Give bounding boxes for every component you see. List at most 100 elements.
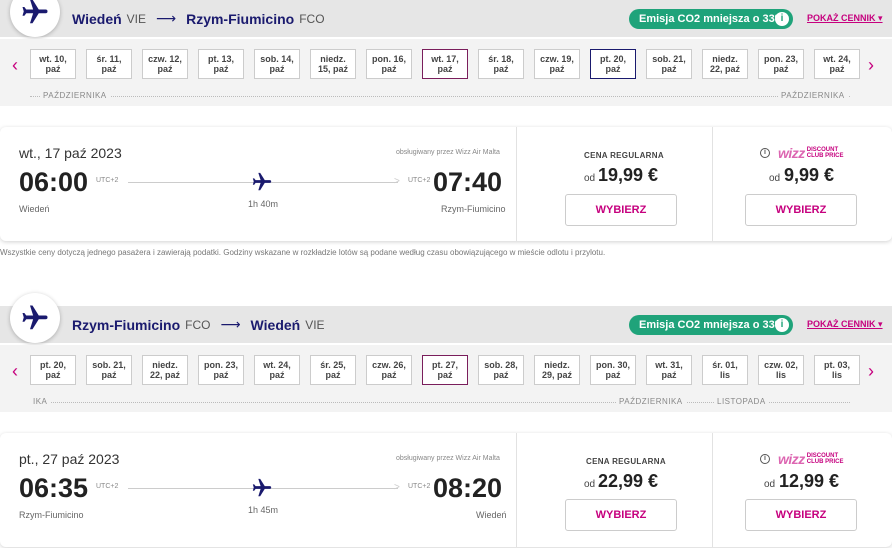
select-regular-button[interactable]: WYBIERZ xyxy=(565,499,677,531)
operated-by: obsługiwany przez Wizz Air Malta xyxy=(396,149,500,156)
outbound-date-strip: ‹ wt. 10, paź śr. 11, paź czw. 12, paź pt. 13,… xyxy=(0,39,892,93)
dest-code: VIE xyxy=(305,317,325,332)
date-cell[interactable]: pt. 13, paź xyxy=(198,49,244,79)
co2-badge: Emisja CO2 mniejsza o 33% i xyxy=(629,315,793,335)
flight-date: wt., 17 paź 2023 xyxy=(19,145,122,161)
info-icon[interactable]: i xyxy=(760,148,770,158)
price-note: Wszystkie ceny dotyczą jednego pasażera … xyxy=(0,248,606,257)
operated-by: obsługiwany przez Wizz Air Malta xyxy=(396,455,500,462)
flight-duration: 1h 40m xyxy=(248,199,279,209)
dest-city: Rzym-Fiumicino xyxy=(186,10,295,27)
arrival-tz: UTC+2 xyxy=(408,483,431,490)
wizz-discount-club-logo: i wizz DISCOUNT CLUB PRICE xyxy=(760,145,843,161)
date-cell[interactable]: wt. 17, paź xyxy=(422,49,468,79)
info-icon[interactable]: i xyxy=(760,454,770,464)
date-cell[interactable]: pt. 03, lis xyxy=(814,355,860,385)
date-cell[interactable]: pon. 30, paź xyxy=(590,355,636,385)
select-discount-button[interactable]: WYBIERZ xyxy=(745,194,857,226)
month-label: PAŹDZIERNIKA xyxy=(40,91,110,100)
arrival-time: 08:20 xyxy=(433,473,503,503)
regular-price: 19,99 € xyxy=(598,165,659,185)
dest-code: FCO xyxy=(299,11,325,26)
chevron-right-icon[interactable]: › xyxy=(864,55,878,76)
date-cell[interactable]: sob. 21, paź xyxy=(646,49,692,79)
flight-duration: 1h 45m xyxy=(248,505,279,515)
select-regular-button[interactable]: WYBIERZ xyxy=(565,194,677,226)
departure-time: 06:35 xyxy=(19,473,89,503)
price-from: od xyxy=(769,173,781,184)
date-cell[interactable]: niedz. 15, paź xyxy=(310,49,356,79)
date-cell[interactable]: czw. 26, paź xyxy=(366,355,412,385)
date-cell[interactable]: wt. 24, paź xyxy=(814,49,860,79)
origin-code: VIE xyxy=(126,11,146,26)
price-from: od xyxy=(764,479,776,490)
outbound-route: Wiedeń VIE ⟶ Rzym-Fiumicino FCO xyxy=(72,10,325,27)
origin-city: Rzym-Fiumicino xyxy=(72,316,181,333)
month-label: LISTOPADA xyxy=(714,397,769,406)
chevron-left-icon[interactable]: ‹ xyxy=(8,55,22,76)
date-cell[interactable]: śr. 01, lis xyxy=(702,355,748,385)
month-label: IKA xyxy=(30,397,51,406)
date-cell[interactable]: niedz. 22, paź xyxy=(142,355,188,385)
date-cell[interactable]: pon. 16, paź xyxy=(366,49,412,79)
date-cell[interactable]: pt. 20, paź xyxy=(30,355,76,385)
departure-city: Rzym-Fiumicino xyxy=(19,510,84,520)
date-cell[interactable]: śr. 18, paź xyxy=(478,49,524,79)
date-cell[interactable]: wt. 10, paź xyxy=(30,49,76,79)
inbound-month-bar: IKA PAŹDZIERNIKA LISTOPADA xyxy=(0,392,892,412)
departure-time: 06:00 xyxy=(19,167,89,197)
flight-date: pt., 27 paź 2023 xyxy=(19,451,120,467)
departure-tz: UTC+2 xyxy=(96,483,119,490)
inbound-flight-card: pt., 27 paź 2023 06:35 UTC+2 Rzym-Fiumic… xyxy=(0,433,892,547)
date-cell[interactable]: czw. 02, lis xyxy=(758,355,804,385)
date-cell[interactable]: niedz. 22, paź xyxy=(702,49,748,79)
date-cell[interactable]: niedz. 29, paź xyxy=(534,355,580,385)
arrival-city: Rzym-Fiumicino xyxy=(441,204,506,214)
origin-city: Wiedeń xyxy=(72,10,122,27)
discount-club-price: 9,99 € xyxy=(784,165,835,185)
plane-icon xyxy=(22,305,48,330)
outbound-month-bar: PAŹDZIERNIKA PAŹDZIERNIKA xyxy=(0,86,892,106)
date-cell[interactable]: pon. 23, paź xyxy=(758,49,804,79)
date-cell[interactable]: sob. 21, paź xyxy=(86,355,132,385)
chevron-right-icon[interactable]: › xyxy=(864,361,878,382)
route-arrow-icon: ⟶ xyxy=(156,10,177,26)
select-discount-button[interactable]: WYBIERZ xyxy=(745,499,857,531)
date-cell[interactable]: czw. 12, paź xyxy=(142,49,188,79)
date-cell[interactable]: pt. 20, paź xyxy=(590,49,636,79)
info-icon[interactable]: i xyxy=(775,318,789,332)
inbound-header: Rzym-Fiumicino FCO ⟶ Wiedeń VIE Emisja C… xyxy=(0,293,892,343)
dest-city: Wiedeń xyxy=(250,316,301,333)
outbound-plane-badge xyxy=(10,0,60,37)
info-icon[interactable]: i xyxy=(775,12,789,26)
route-arrow-icon: ⟶ xyxy=(220,316,241,332)
regular-price-label: CENA REGULARNA xyxy=(584,151,664,160)
show-prices-link[interactable]: POKAŻ CENNIK ▾ xyxy=(807,13,883,24)
date-cell[interactable]: sob. 14, paź xyxy=(254,49,300,79)
chevron-left-icon[interactable]: ‹ xyxy=(8,361,22,382)
month-label: PAŹDZIERNIKA xyxy=(616,397,686,406)
date-cell[interactable]: wt. 24, paź xyxy=(254,355,300,385)
date-cell[interactable]: pon. 23, paź xyxy=(198,355,244,385)
origin-code: FCO xyxy=(185,317,211,332)
date-cell[interactable]: wt. 31, paź xyxy=(646,355,692,385)
date-cell[interactable]: pt. 27, paź xyxy=(422,355,468,385)
co2-badge: Emisja CO2 mniejsza o 33% i xyxy=(629,9,793,29)
plane-icon xyxy=(251,171,273,198)
outbound-header: Wiedeń VIE ⟶ Rzym-Fiumicino FCO Emisja C… xyxy=(0,0,892,37)
date-cell[interactable]: czw. 19, paź xyxy=(534,49,580,79)
date-cell[interactable]: śr. 25, paź xyxy=(310,355,356,385)
arrival-time: 07:40 xyxy=(433,167,503,197)
date-cell[interactable]: sob. 28, paź xyxy=(478,355,524,385)
discount-club-price: 12,99 € xyxy=(779,471,840,491)
plane-icon xyxy=(251,477,273,504)
show-prices-link[interactable]: POKAŻ CENNIK ▾ xyxy=(807,319,883,330)
price-from: od xyxy=(584,173,596,184)
inbound-route: Rzym-Fiumicino FCO ⟶ Wiedeń VIE xyxy=(72,316,325,333)
date-cell[interactable]: śr. 11, paź xyxy=(86,49,132,79)
departure-city: Wiedeń xyxy=(19,204,50,214)
inbound-date-strip: ‹ pt. 20, paź sob. 21, paź niedz. 22, paź pon.… xyxy=(0,345,892,399)
month-label: PAŹDZIERNIKA xyxy=(778,91,848,100)
wizz-discount-club-logo: i wizz DISCOUNT CLUB PRICE xyxy=(760,451,843,467)
outbound-flight-card: wt., 17 paź 2023 06:00 UTC+2 Wiedeń > 1h… xyxy=(0,127,892,241)
